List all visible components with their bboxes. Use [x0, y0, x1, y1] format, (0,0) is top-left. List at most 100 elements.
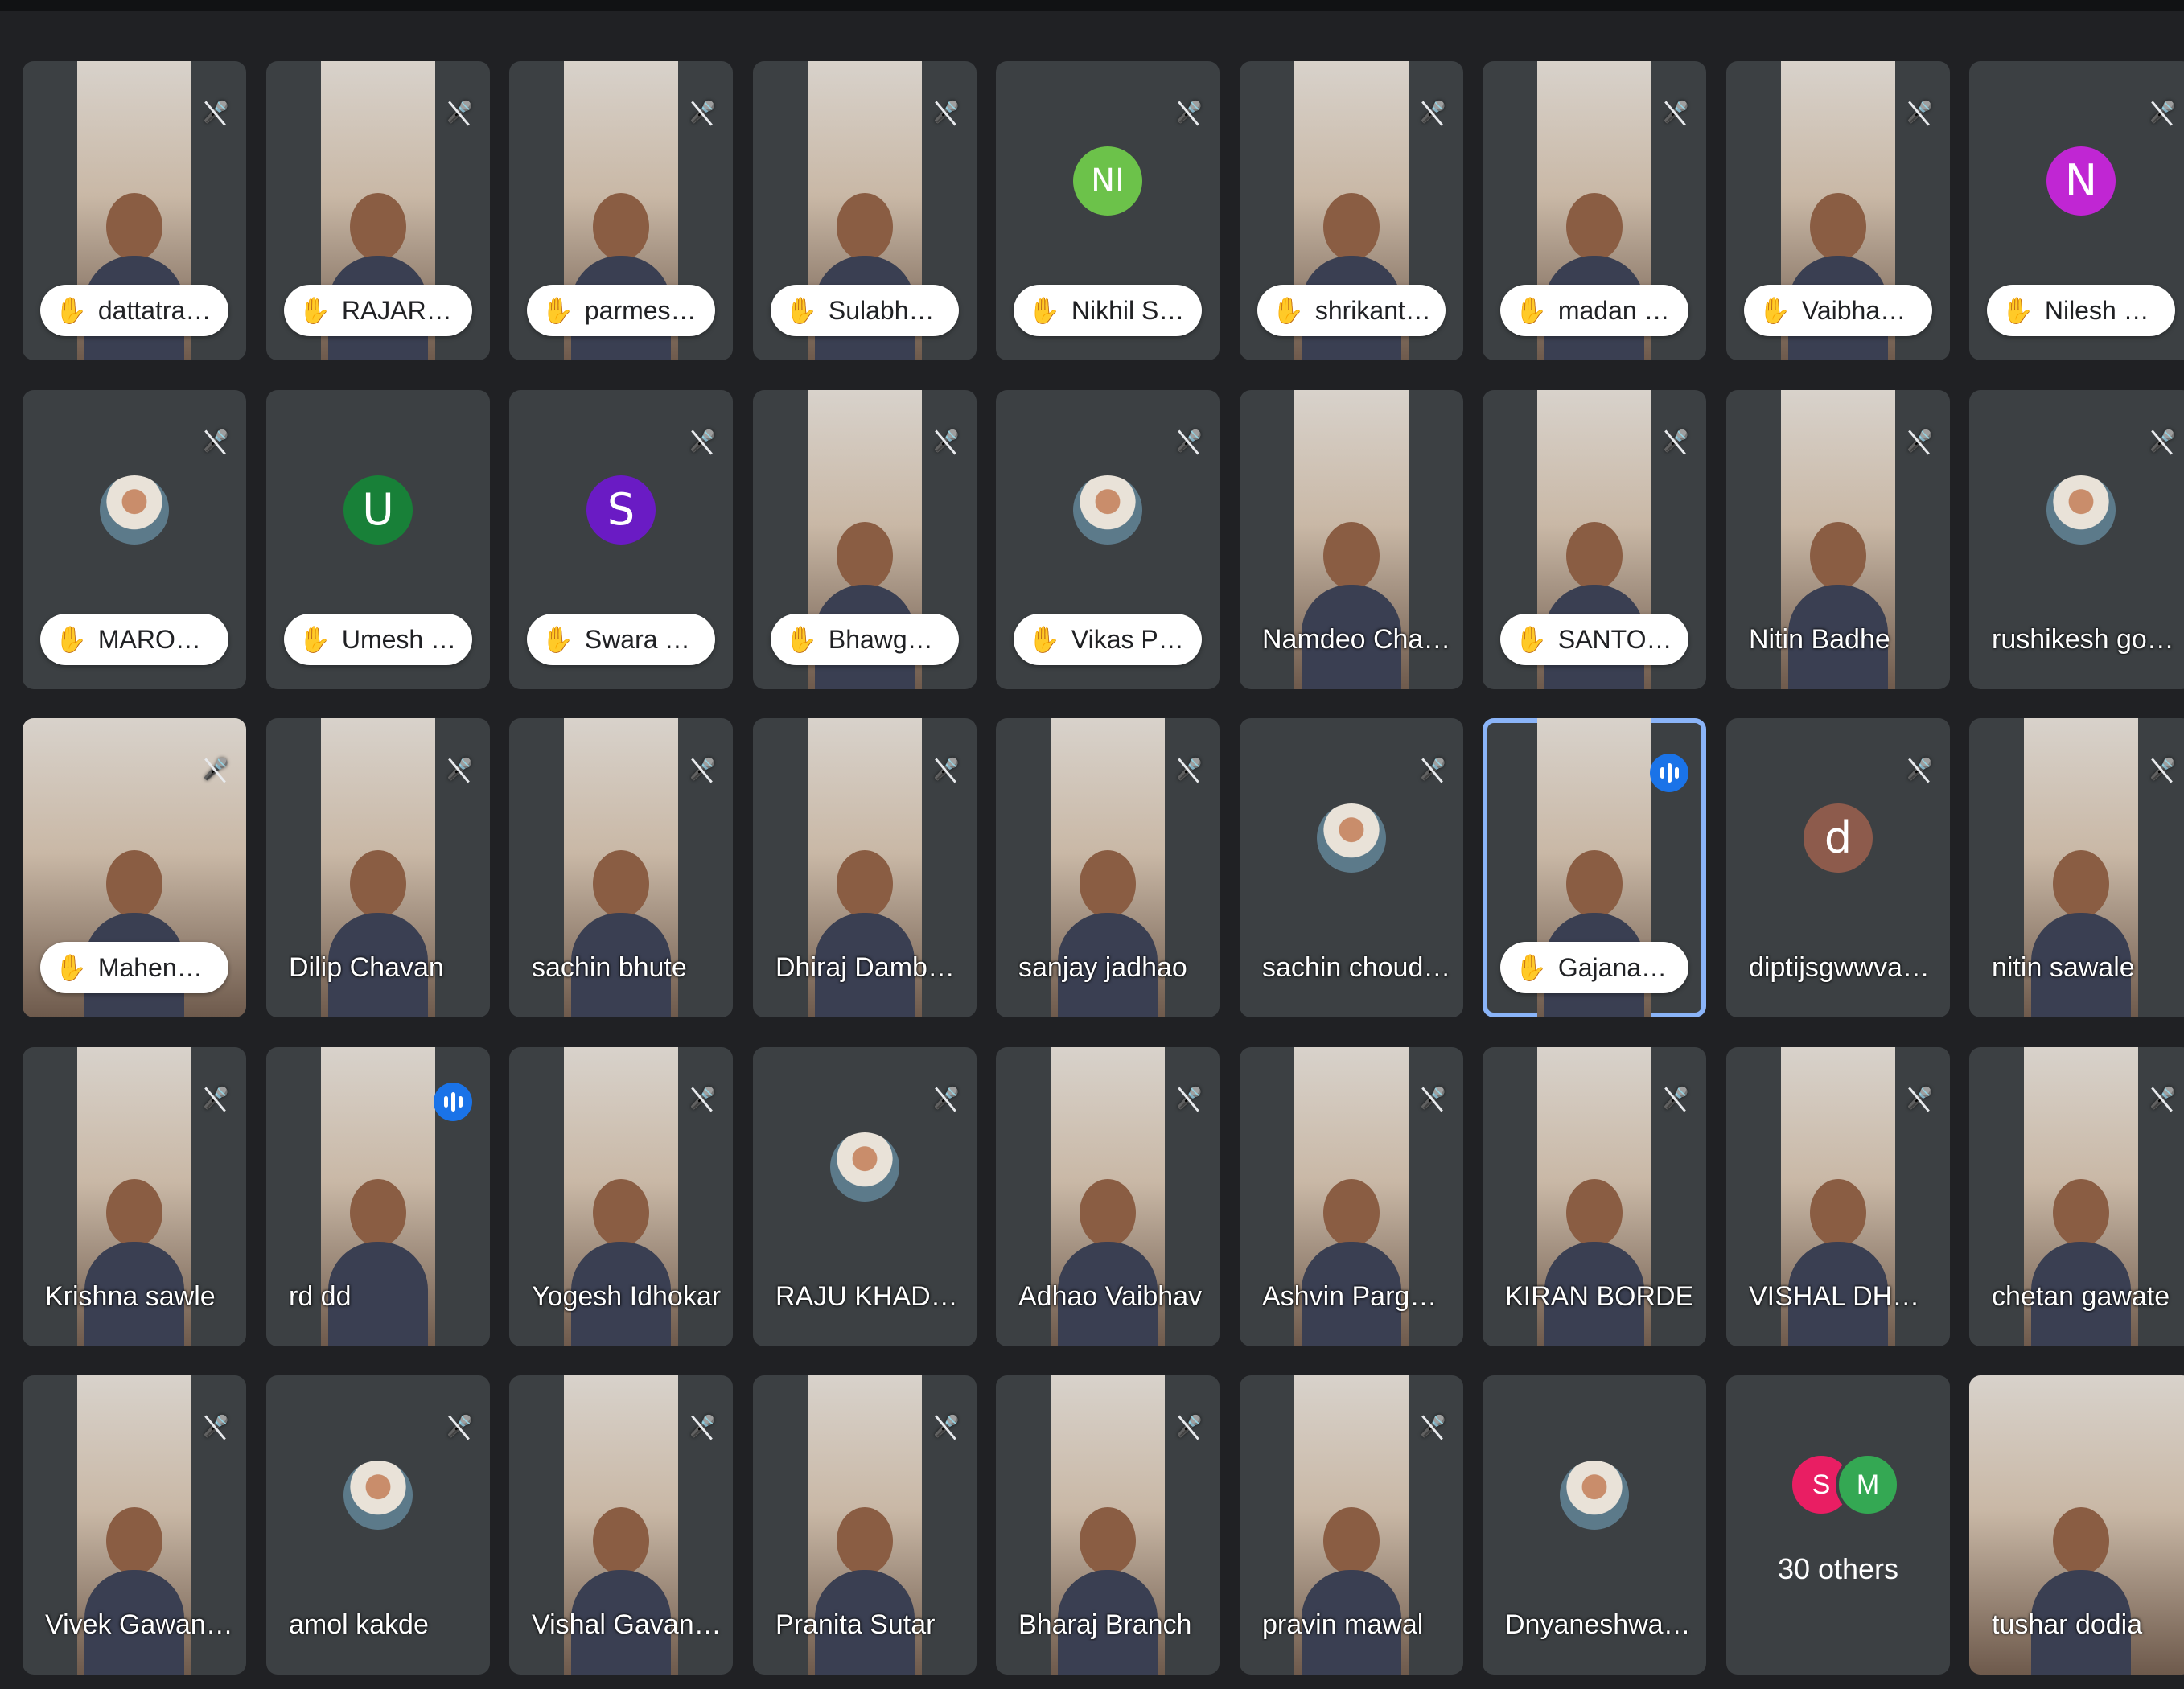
participant-tile[interactable]: 🎤 Adhao Vaibhav	[996, 1047, 1220, 1346]
participant-tile[interactable]: U ✋ Umesh Wagh	[266, 390, 490, 689]
video-person-head	[1566, 849, 1623, 918]
participant-tile[interactable]: 🎤 rushikesh gosavi	[1969, 390, 2184, 689]
participant-tile[interactable]: 🎤 Dilip Chavan	[266, 718, 490, 1017]
mic-off-icon: 🎤	[1176, 754, 1202, 786]
participant-tile[interactable]: 🎤 sachin choudh...	[1240, 718, 1463, 1017]
video-person-head	[837, 521, 893, 590]
mic-slash	[935, 758, 956, 783]
participant-tile[interactable]: 🎤 RAJU KHADKE	[753, 1047, 977, 1346]
mic-slash	[1908, 429, 1930, 455]
raised-hand-name-chip: ✋ RAJARSHI S...	[284, 285, 472, 336]
participant-avatar: N	[2046, 146, 2116, 216]
participant-tile[interactable]: 🎤 ✋ MAROTI PA...	[23, 390, 246, 689]
participant-name: sanjay jadhao	[1018, 952, 1187, 983]
participant-tile[interactable]: 🎤 chetan gawate	[1969, 1047, 2184, 1346]
participant-tile[interactable]: NI 🎤 ✋ Nikhil Shim...	[996, 61, 1220, 360]
participant-tile[interactable]: Namdeo Chavh...	[1240, 390, 1463, 689]
raised-hand-icon: ✋	[541, 295, 574, 326]
participant-avatar: U	[343, 475, 413, 545]
mic-slash	[1178, 1415, 1199, 1440]
mic-off-icon: 🎤	[1906, 425, 1932, 458]
participant-avatar: d	[1804, 803, 1873, 873]
raised-hand-name-chip: ✋ parmeshwa...	[527, 285, 715, 336]
participant-tile[interactable]: 🎤 Vivek Gawande	[23, 1375, 246, 1675]
mic-slash	[204, 758, 226, 783]
participant-tile[interactable]: 🎤 ✋ RAJARSHI S...	[266, 61, 490, 360]
participant-tile[interactable]: 🎤 ✋ Sulabha Patil	[753, 61, 977, 360]
participant-name: Bharaj Branch	[1018, 1609, 1192, 1640]
participant-tile[interactable]: d 🎤 diptijsgwwvava...	[1726, 718, 1950, 1017]
participant-tile[interactable]: 🎤 Yogesh Idhokar	[509, 1047, 733, 1346]
participant-tile[interactable]: 🎤 pravin mawal	[1240, 1375, 1463, 1675]
participant-name: Vivek Gawande	[45, 1609, 235, 1640]
mic-slash	[935, 1415, 956, 1440]
participant-tile[interactable]: 🎤 nitin sawale	[1969, 718, 2184, 1017]
participant-tile[interactable]: Dnyaneshwar A...	[1483, 1375, 1706, 1675]
video-person-head	[1323, 1506, 1380, 1575]
mic-off-icon: 🎤	[1420, 1411, 1446, 1443]
video-person-head	[350, 1178, 406, 1247]
participant-tile[interactable]: 🎤 Bharaj Branch	[996, 1375, 1220, 1675]
raised-hand-icon: ✋	[1515, 295, 1547, 326]
participant-tile[interactable]: tushar dodia	[1969, 1375, 2184, 1675]
mic-off-icon: 🎤	[933, 425, 959, 458]
video-person-head	[1810, 192, 1866, 261]
mic-off-icon: 🎤	[446, 97, 472, 129]
participant-name: Ashvin Parghar...	[1262, 1281, 1452, 1312]
participant-tile[interactable]: 🎤 ✋ dattatray mi...	[23, 61, 246, 360]
mic-slash	[1421, 1415, 1443, 1440]
participant-tile[interactable]: rd dd	[266, 1047, 490, 1346]
participant-name: diptijsgwwvava...	[1749, 952, 1939, 983]
video-person-head	[593, 192, 649, 261]
participant-tile[interactable]: 🎤 ✋ madan upare	[1483, 61, 1706, 360]
mic-slash	[1664, 1087, 1686, 1112]
mic-off-icon: 🎤	[1420, 97, 1446, 129]
raised-hand-name-chip: ✋ Mahendra R...	[40, 942, 228, 993]
participant-tile[interactable]: 🎤 Nitin Badhe	[1726, 390, 1950, 689]
participant-tile[interactable]: 🎤 ✋ Vaibhav Ga...	[1726, 61, 1950, 360]
participant-tile[interactable]: 🎤 Dhiraj Dambelk...	[753, 718, 977, 1017]
raised-hand-name-chip: ✋ Gajanan Kol...	[1500, 942, 1688, 993]
raised-hand-icon: ✋	[1758, 295, 1791, 326]
participant-tile[interactable]: 🎤 ✋ parmeshwa...	[509, 61, 733, 360]
mic-off-icon: 🎤	[689, 754, 715, 786]
participant-name: Dnyaneshwar A...	[1505, 1609, 1695, 1640]
participant-tile[interactable]: 🎤 Krishna sawle	[23, 1047, 246, 1346]
participant-tile[interactable]: 🎤 VISHAL DHON...	[1726, 1047, 1950, 1346]
participant-tile[interactable]: 🎤 Ashvin Parghar...	[1240, 1047, 1463, 1346]
mic-off-icon: 🎤	[1176, 97, 1202, 129]
participant-photo-avatar	[2046, 475, 2116, 545]
raised-hand-name-chip: ✋ Sulabha Patil	[771, 285, 959, 336]
participant-tile[interactable]: 🎤 amol kakde	[266, 1375, 490, 1675]
participant-tile[interactable]: 🎤 ✋ Bhawgwat ...	[753, 390, 977, 689]
participant-avatar: S	[586, 475, 656, 545]
participant-tile[interactable]: 🎤 ✋ SANTOSH D...	[1483, 390, 1706, 689]
participant-tile[interactable]: 🎤 sachin bhute	[509, 718, 733, 1017]
mic-off-icon: 🎤	[1176, 1083, 1202, 1115]
participant-tile[interactable]: 🎤 Vishal Gavande	[509, 1375, 733, 1675]
participant-name: Pranita Sutar	[775, 1609, 936, 1640]
participant-name: Nitin Badhe	[1749, 624, 1890, 655]
mic-off-icon: 🎤	[689, 97, 715, 129]
mic-slash	[2151, 101, 2173, 126]
raised-hand-icon: ✋	[55, 952, 87, 983]
mic-slash	[1178, 758, 1199, 783]
participant-name: Swara Thete	[584, 624, 701, 654]
participant-tile[interactable]: S 🎤 ✋ Swara Thete	[509, 390, 733, 689]
participant-name: Dilip Chavan	[289, 952, 444, 983]
participant-tile[interactable]: 🎤 sanjay jadhao	[996, 718, 1220, 1017]
participant-name: nitin sawale	[1992, 952, 2135, 983]
video-person-head	[1323, 1178, 1380, 1247]
participant-tile[interactable]: 🎤 ✋ Vikas Patil D...	[996, 390, 1220, 689]
mic-off-icon: 🎤	[689, 425, 715, 458]
participant-tile[interactable]: 🎤 ✋ shrikant sat...	[1240, 61, 1463, 360]
participant-tile[interactable]: ✋ Gajanan Kol...	[1483, 718, 1706, 1017]
participant-tile[interactable]: S M 30 others	[1726, 1375, 1950, 1675]
participant-name: Bhawgwat ...	[828, 624, 944, 654]
participant-tile[interactable]: N 🎤 ✋ Nilesh Bhan...	[1969, 61, 2184, 360]
participant-tile[interactable]: 🎤 KIRAN BORDE	[1483, 1047, 1706, 1346]
raised-hand-name-chip: ✋ Bhawgwat ...	[771, 614, 959, 665]
participant-tile[interactable]: 🎤 Pranita Sutar	[753, 1375, 977, 1675]
mic-off-icon: 🎤	[203, 1411, 228, 1443]
participant-tile[interactable]: 🎤 ✋ Mahendra R...	[23, 718, 246, 1017]
